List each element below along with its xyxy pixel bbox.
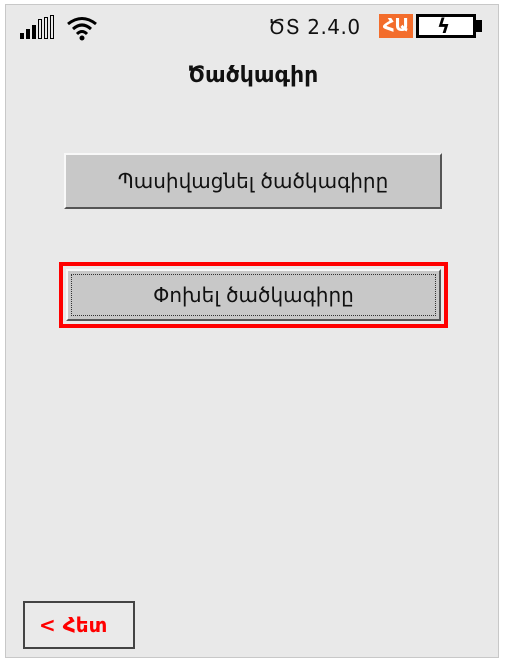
change-passcode-label: Փոխել ծածկագիրը — [153, 283, 354, 307]
change-passcode-button[interactable]: Փոխել ծածկագիրը — [66, 269, 441, 321]
page-title: Ծածկագիր — [187, 63, 319, 88]
version-label: ԾՏ 2.4.0 — [268, 15, 361, 39]
deactivate-passcode-button[interactable]: Պասիվացնել ծածկագիրը — [64, 153, 442, 209]
language-badge[interactable]: ՀԱ — [379, 14, 413, 38]
focus-highlight: Փոխել ծածկագիրը — [59, 262, 448, 328]
signal-strength-icon — [20, 15, 60, 39]
device-screen: ԾՏ 2.4.0 ՀԱ ϟ Ծածկագիր Պասիվացնել ծածկագ… — [5, 4, 499, 658]
lightning-icon: ϟ — [437, 14, 451, 38]
battery-tip — [476, 20, 482, 32]
battery-charging-icon: ϟ — [416, 14, 476, 38]
wifi-icon — [67, 17, 97, 41]
back-button[interactable]: < Հետ — [23, 601, 135, 649]
